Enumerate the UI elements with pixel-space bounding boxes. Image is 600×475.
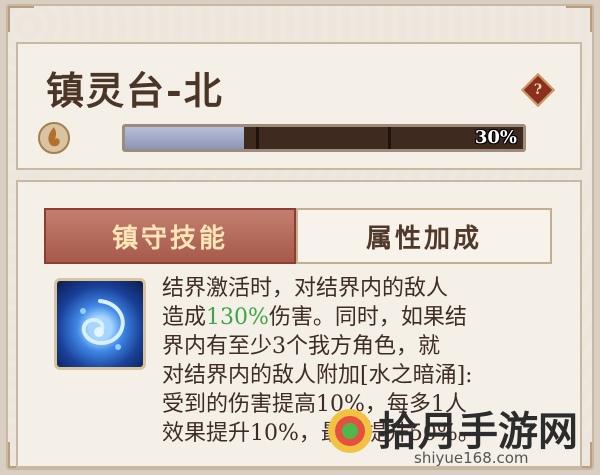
energy-progress-bar: 30% xyxy=(122,124,526,152)
tab-attribute-bonus[interactable]: 属性加成 xyxy=(296,208,552,264)
water-swirl-icon xyxy=(80,299,125,350)
question-icon: ? xyxy=(533,82,543,98)
page-title: 镇灵台-北 xyxy=(46,68,224,113)
damage-percentage: 130% xyxy=(206,305,269,330)
corner-ornament xyxy=(8,6,34,32)
corner-ornament xyxy=(566,6,592,32)
tab-bar: 镇守技能 属性加成 xyxy=(44,208,552,264)
watermark-url: shiyue168.com xyxy=(414,449,529,467)
help-button[interactable]: ? xyxy=(521,73,555,107)
altar-header: 镇灵台-北 ? 30% xyxy=(16,42,582,170)
spirit-flame-icon xyxy=(38,122,70,154)
site-watermark: 拾月手游网 shiyue168.com xyxy=(316,401,596,471)
water-orb-icon xyxy=(54,278,146,370)
progress-fill xyxy=(125,127,245,149)
watermark-logo-icon xyxy=(328,409,372,453)
progress-label: 30% xyxy=(474,127,517,148)
progress-tick xyxy=(387,127,391,149)
progress-tick xyxy=(256,127,260,149)
tab-guard-skill[interactable]: 镇守技能 xyxy=(44,208,296,264)
